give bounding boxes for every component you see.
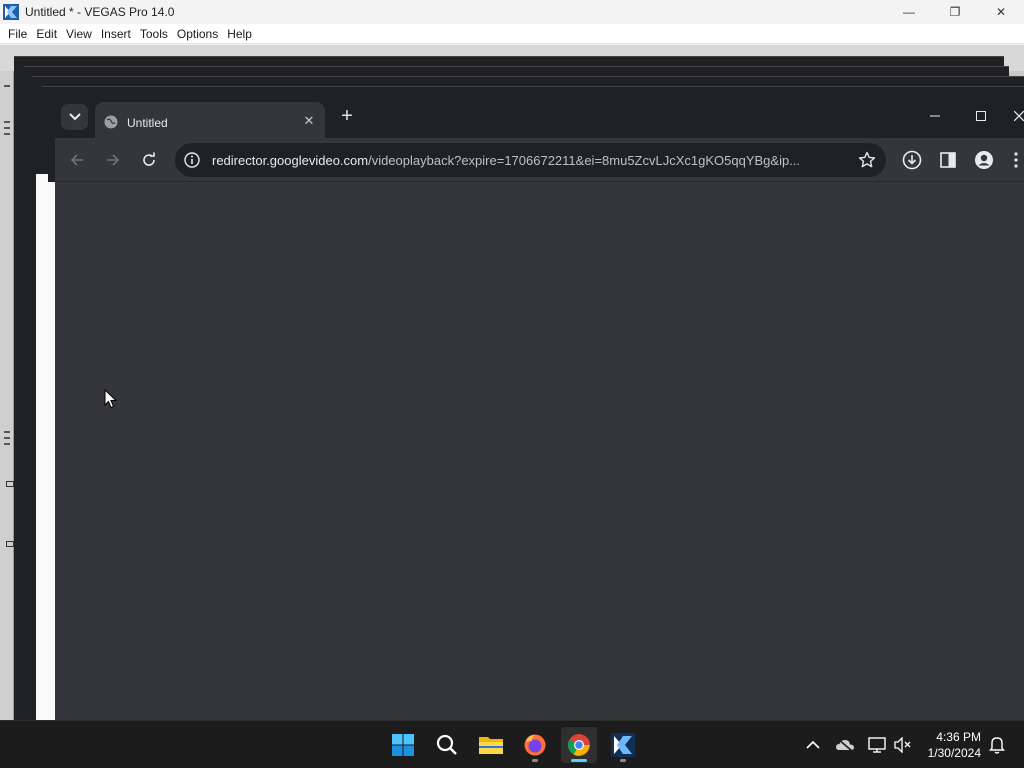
chevron-up-icon (806, 740, 820, 749)
tab-search-button[interactable] (61, 104, 88, 130)
chrome-menu-button[interactable] (1009, 149, 1023, 171)
search-button[interactable] (429, 727, 465, 763)
firefox-icon (524, 734, 546, 756)
search-icon (436, 734, 457, 755)
tab-close-button[interactable]: ✕ (301, 113, 317, 129)
network-icon (868, 737, 886, 753)
url-path: /videoplayback?expire=1706672211&ei=8mu5… (368, 153, 801, 168)
menu-options[interactable]: Options (173, 27, 222, 41)
address-bar-url[interactable]: redirector.googlevideo.com/videoplayback… (212, 153, 844, 168)
vegas-left-panel (0, 71, 14, 720)
clock[interactable]: 4:36 PM 1/30/2024 (928, 729, 981, 761)
vegas-close-button[interactable]: ✕ (978, 0, 1024, 24)
chrome-button[interactable] (561, 727, 597, 763)
vegas-restore-button[interactable]: ❐ (932, 0, 978, 24)
network-button[interactable] (867, 735, 887, 755)
forward-icon (107, 154, 120, 166)
firefox-button[interactable] (517, 727, 553, 763)
taskbar: 4:36 PM 1/30/2024 (0, 720, 1024, 768)
downloads-button[interactable] (901, 149, 923, 171)
menu-view[interactable]: View (62, 27, 96, 41)
tab-untitled[interactable]: Untitled ✕ (95, 102, 325, 138)
notification-bell-icon (989, 737, 1005, 754)
vegas-menubar: File Edit View Insert Tools Options Help (0, 24, 1024, 44)
forward-button[interactable] (101, 148, 125, 172)
menu-insert[interactable]: Insert (97, 27, 135, 41)
side-panel-icon (940, 152, 956, 168)
download-icon (902, 150, 922, 170)
address-bar[interactable]: redirector.googlevideo.com/videoplayback… (175, 143, 886, 177)
chrome-toolbar: redirector.googlevideo.com/videoplayback… (55, 138, 1024, 182)
vegas-minimize-button[interactable]: — (886, 0, 932, 24)
star-icon[interactable] (858, 151, 876, 169)
back-button[interactable] (65, 148, 89, 172)
volume-muted-icon (894, 737, 911, 753)
show-hidden-icons-button[interactable] (803, 735, 823, 755)
start-button[interactable] (385, 727, 421, 763)
file-explorer-icon (479, 737, 503, 754)
reload-icon (143, 152, 155, 166)
vegas-window-title: Untitled * - VEGAS Pro 14.0 (25, 5, 175, 19)
mouse-cursor-icon (104, 389, 118, 409)
menu-help[interactable]: Help (223, 27, 256, 41)
reload-button[interactable] (137, 148, 161, 172)
minimize-icon (930, 115, 940, 117)
onedrive-offline-icon (836, 738, 854, 752)
tab-search-icon (68, 113, 81, 121)
new-tab-button[interactable]: + (337, 106, 357, 127)
clock-date: 1/30/2024 (927, 746, 981, 760)
file-explorer-button[interactable] (473, 727, 509, 763)
kebab-menu-icon (1014, 152, 1018, 168)
chrome-icon (568, 734, 590, 756)
windows-start-icon (392, 734, 414, 756)
url-host: redirector.googlevideo.com (212, 153, 369, 168)
profile-icon (975, 151, 993, 169)
site-info-icon[interactable] (183, 151, 201, 169)
menu-file[interactable]: File (4, 27, 31, 41)
notification-button[interactable] (987, 735, 1007, 755)
menu-tools[interactable]: Tools (136, 27, 172, 41)
profile-button[interactable] (973, 149, 995, 171)
vegas-logo-icon (3, 4, 19, 20)
maximize-icon (976, 111, 986, 121)
side-panel-button[interactable] (937, 149, 959, 171)
back-icon (70, 154, 83, 166)
chrome-close-button[interactable] (1004, 96, 1024, 136)
vegas-pro-button[interactable] (605, 727, 641, 763)
ghost-window-content (46, 182, 55, 720)
vegas-titlebar: Untitled * - VEGAS Pro 14.0 — ❐ ✕ (0, 0, 1024, 24)
chrome-tab-strip: Untitled ✕ + (55, 96, 1024, 138)
tab-title: Untitled (127, 116, 168, 130)
clock-time: 4:36 PM (936, 730, 981, 744)
onedrive-button[interactable] (835, 735, 855, 755)
vegas-pro-icon (611, 733, 635, 757)
volume-button[interactable] (893, 735, 913, 755)
close-icon (1014, 111, 1024, 121)
globe-icon (104, 115, 118, 129)
page-content[interactable] (55, 182, 1024, 720)
menu-edit[interactable]: Edit (32, 27, 61, 41)
chrome-window: Untitled ✕ + redirector.googlevideo.com/… (55, 96, 1024, 720)
chrome-maximize-button[interactable] (958, 96, 1004, 136)
chrome-minimize-button[interactable] (912, 96, 958, 136)
